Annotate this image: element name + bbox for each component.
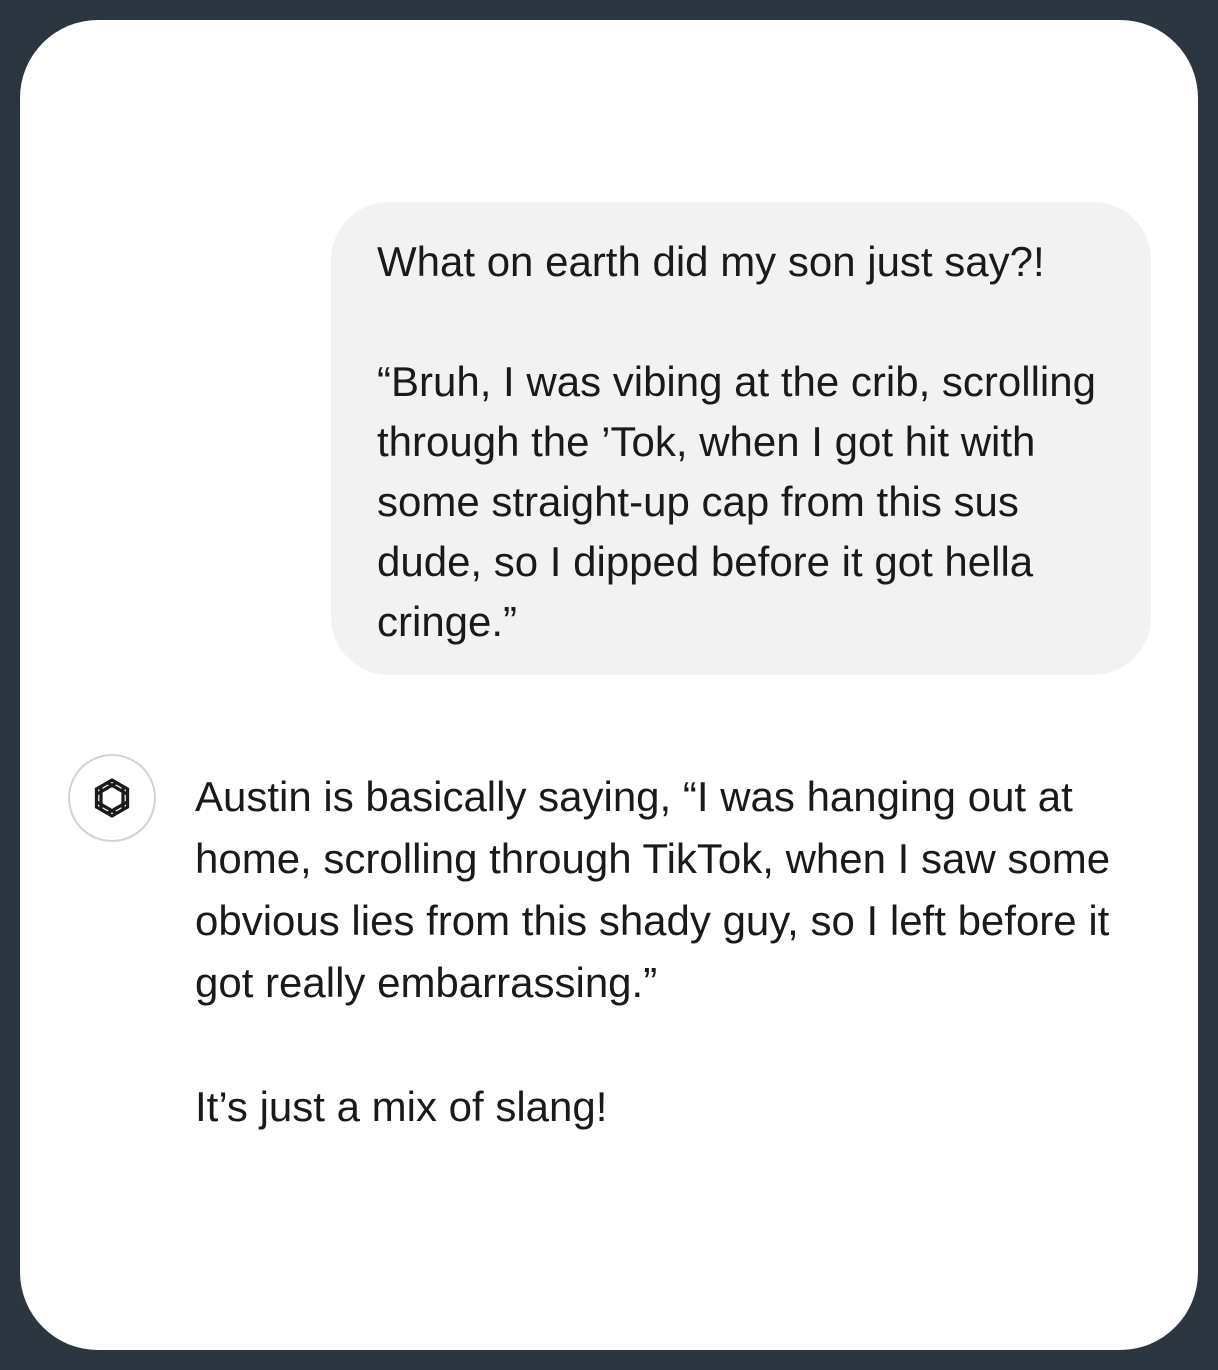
chat-screen: What on earth did my son just say?! “Bru…: [20, 20, 1198, 1350]
assistant-message-translation: Austin is basically saying, “I was hangi…: [195, 773, 1111, 1006]
user-message-bubble: What on earth did my son just say?! “Bru…: [331, 202, 1151, 675]
user-message-question: What on earth did my son just say?!: [377, 238, 1045, 285]
openai-logo-icon: [94, 778, 130, 818]
assistant-avatar: [68, 754, 156, 842]
device-frame: What on earth did my son just say?! “Bru…: [0, 0, 1218, 1370]
assistant-message: Austin is basically saying, “I was hangi…: [68, 754, 1168, 1174]
user-message-quote: “Bruh, I was vibing at the crib, scrolli…: [377, 358, 1096, 645]
assistant-message-body: Austin is basically saying, “I was hangi…: [195, 766, 1125, 1138]
assistant-message-summary: It’s just a mix of slang!: [195, 1083, 608, 1130]
